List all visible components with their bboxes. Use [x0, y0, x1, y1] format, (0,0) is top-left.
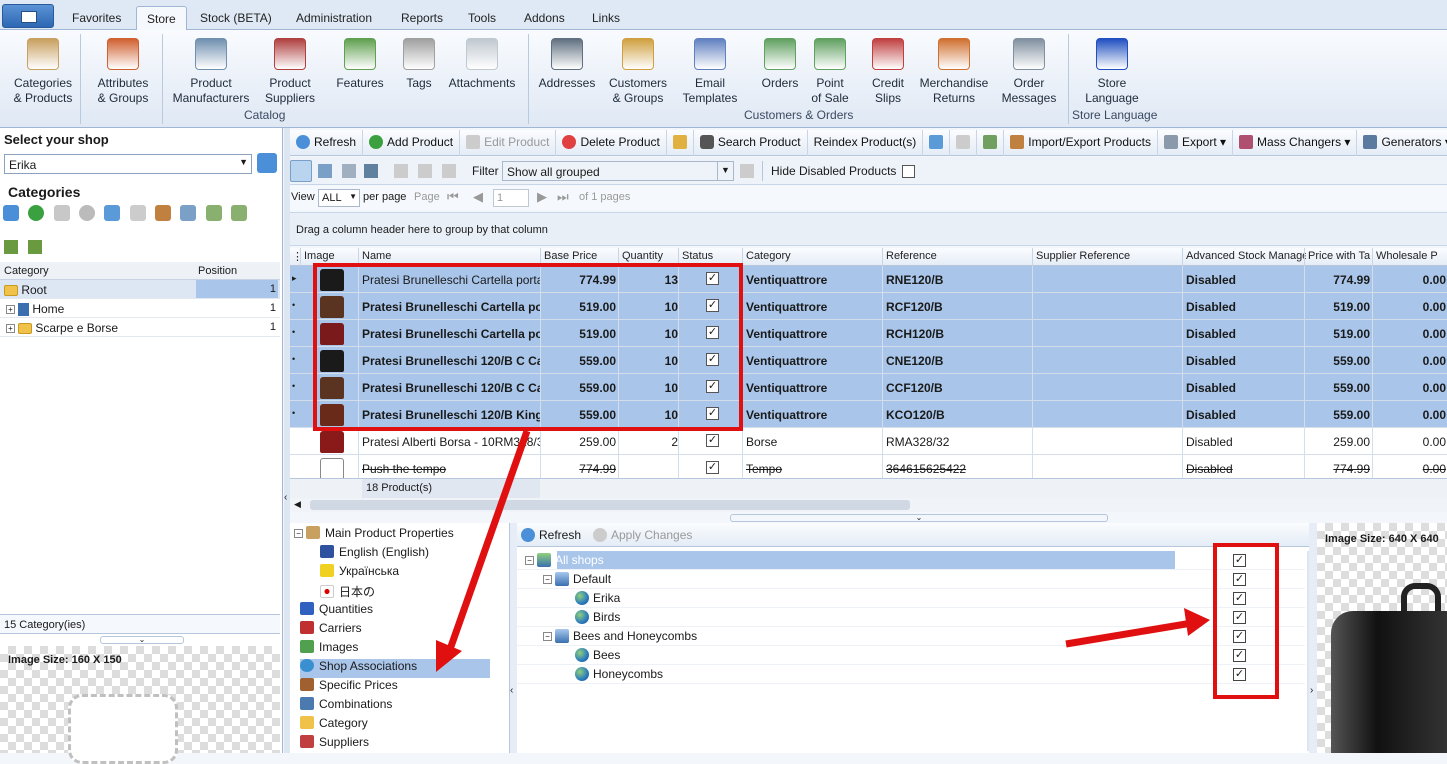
annotation-arrows — [436, 429, 1210, 672]
arrow-to-checkboxes — [1065, 619, 1193, 648]
arrow-to-shop-associations — [444, 429, 531, 657]
arrow-head — [1184, 608, 1210, 636]
